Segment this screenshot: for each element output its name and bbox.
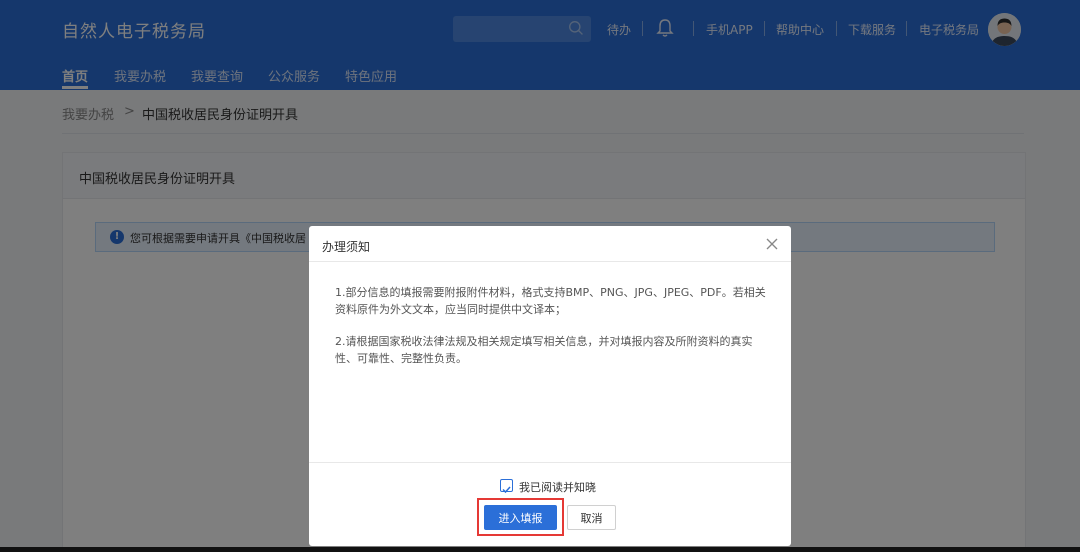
agree-label: 我已阅读并知晓 [519, 481, 596, 494]
dialog-footer-divider [309, 462, 791, 463]
cancel-button[interactable]: 取消 [567, 505, 616, 530]
check-icon [502, 486, 511, 494]
enter-fill-button[interactable]: 进入填报 [484, 505, 557, 530]
bottom-strip [0, 547, 1080, 552]
dialog-title: 办理须知 [322, 240, 371, 254]
instruction-paragraph: 2.请根据国家税收法律法规及相关规定填写相关信息，并对填报内容及所附资料的真实性… [335, 335, 753, 365]
dialog-body: 1.部分信息的填报需要附报附件材料，格式支持BMP、PNG、JPG、JPEG、P… [335, 284, 767, 382]
dialog-header-divider [309, 261, 791, 262]
close-icon[interactable] [765, 237, 779, 251]
agree-checkbox[interactable] [500, 479, 513, 494]
instruction-paragraph: 1.部分信息的填报需要附报附件材料，格式支持BMP、PNG、JPG、JPEG、P… [335, 286, 766, 316]
notice-dialog: 办理须知 1.部分信息的填报需要附报附件材料，格式支持BMP、PNG、JPG、J… [309, 226, 791, 546]
